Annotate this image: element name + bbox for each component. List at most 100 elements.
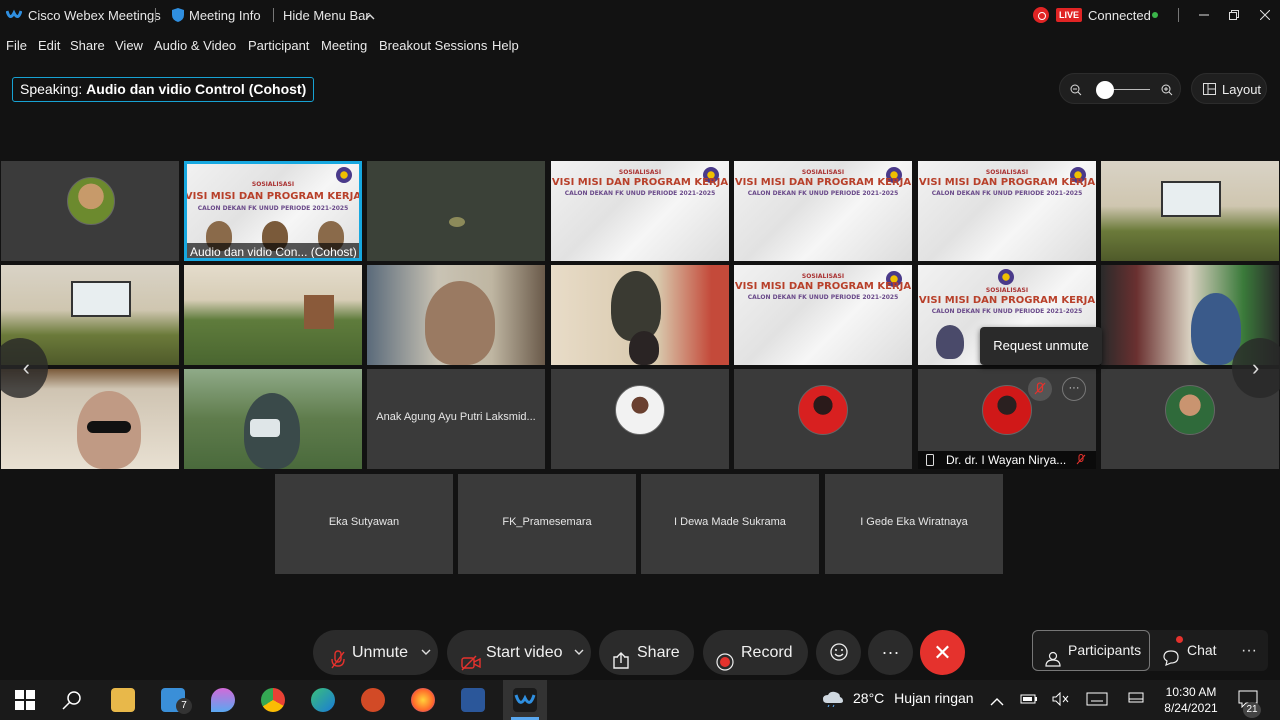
video-tile[interactable] <box>367 265 545 365</box>
zoom-out-icon[interactable] <box>1070 83 1082 101</box>
share-button[interactable]: Share <box>599 630 694 675</box>
video-tile[interactable]: FK_Pramesemara <box>458 474 636 574</box>
system-clock[interactable]: 10:30 AM 8/24/2021 <box>1158 684 1224 716</box>
volume-muted-icon[interactable] <box>1052 691 1070 711</box>
video-tile[interactable]: SOSIALISASI VISI MISI DAN PROGRAM KERJA … <box>918 161 1096 261</box>
slide-text: SOSIALISASI <box>618 169 662 176</box>
video-tile[interactable]: I Dewa Made Sukrama <box>641 474 819 574</box>
participant-name: Anak Agung Ayu Putri Laksmid... <box>376 411 536 423</box>
edge-icon[interactable] <box>311 688 335 712</box>
video-tile[interactable]: Anak Agung Ayu Putri Laksmid... <box>367 369 545 469</box>
video-tile[interactable] <box>367 161 545 261</box>
video-tile[interactable] <box>1101 161 1279 261</box>
connection-dot-icon <box>1152 12 1158 18</box>
video-tile[interactable] <box>734 369 912 469</box>
file-explorer-icon[interactable] <box>111 688 135 712</box>
participant-name: I Gede Eka Wiratnaya <box>860 516 968 528</box>
video-tile[interactable]: SOSIALISASI VISI MISI DAN PROGRAM KERJA … <box>734 161 912 261</box>
more-options-button[interactable]: ··· <box>868 630 913 675</box>
room-screen <box>1161 181 1221 217</box>
restore-icon[interactable] <box>1219 4 1249 26</box>
video-tile[interactable] <box>1 161 179 261</box>
avatar <box>615 385 665 435</box>
video-tile[interactable]: Eka Sutyawan <box>275 474 453 574</box>
word-icon[interactable] <box>461 688 485 712</box>
weather-widget[interactable]: 28°C Hujan ringan <box>822 690 974 706</box>
windows-start-icon[interactable] <box>13 688 37 712</box>
clock-date: 8/24/2021 <box>1164 701 1218 715</box>
next-page-arrow-icon[interactable]: › <box>1232 338 1280 398</box>
chat-label: Chat <box>1187 642 1217 658</box>
video-tile[interactable]: I Gede Eka Wiratnaya <box>825 474 1003 574</box>
video-tile[interactable] <box>551 265 729 365</box>
chrome-icon[interactable] <box>261 688 285 712</box>
zoom-in-icon[interactable] <box>1161 83 1173 101</box>
menu-file[interactable]: File <box>6 38 27 53</box>
layout-button[interactable]: Layout <box>1191 73 1267 104</box>
smiley-icon <box>829 643 848 661</box>
video-tile[interactable] <box>184 265 362 365</box>
reactions-button[interactable] <box>816 630 861 675</box>
slide-subtitle: CALON DEKAN FK UNUD PERIODE 2021-2025 <box>564 190 716 197</box>
muted-mic-icon <box>1076 453 1086 469</box>
video-tile[interactable] <box>551 369 729 469</box>
slide-subtitle: CALON DEKAN FK UNUD PERIODE 2021-2025 <box>931 190 1083 197</box>
video-tile[interactable]: SOSIALISASI VISI MISI DAN PROGRAM KERJA … <box>551 161 729 261</box>
menu-view[interactable]: View <box>115 38 143 53</box>
start-video-button[interactable]: Start video <box>447 630 591 675</box>
video-tile-cohost[interactable]: SOSIALISASI VISI MISI DAN PROGRAM KERJA … <box>184 161 362 261</box>
video-tile[interactable]: SOSIALISASI VISI MISI DAN PROGRAM KERJA … <box>734 265 912 365</box>
participants-button[interactable]: Participants <box>1032 630 1150 671</box>
slide-title: VISI MISI DAN PROGRAM KERJA <box>734 281 912 292</box>
display-icon[interactable] <box>1128 692 1144 711</box>
firefox-icon[interactable] <box>411 688 435 712</box>
menu-audio-video[interactable]: Audio & Video <box>154 38 236 53</box>
start-video-label: Start video <box>486 644 563 661</box>
chevron-up-icon[interactable] <box>990 694 1004 712</box>
webex-taskbar-button[interactable] <box>503 680 547 720</box>
menu-edit[interactable]: Edit <box>38 38 60 53</box>
more-options-icon[interactable]: ··· <box>1062 377 1086 401</box>
slide-title: VISI MISI DAN PROGRAM KERJA <box>918 295 1096 306</box>
video-tile[interactable] <box>184 369 362 469</box>
powerpoint-icon[interactable] <box>361 688 385 712</box>
menu-help[interactable]: Help <box>492 38 519 53</box>
battery-icon[interactable] <box>1020 692 1038 711</box>
slide-text: SOSIALISASI <box>985 169 1029 176</box>
search-icon[interactable] <box>60 688 84 712</box>
zoom-control <box>1059 73 1181 104</box>
menu-participant[interactable]: Participant <box>248 38 309 53</box>
chat-button[interactable]: Chat <box>1154 630 1228 671</box>
unmute-button[interactable]: Unmute <box>313 630 438 675</box>
participant-name: FK_Pramesemara <box>502 516 592 528</box>
record-button[interactable]: Record <box>703 630 808 675</box>
speaking-prefix: Speaking: <box>20 81 83 97</box>
slide-title: VISI MISI DAN PROGRAM KERJA <box>918 177 1096 188</box>
muted-mic-button[interactable] <box>1028 377 1052 401</box>
slide-subtitle: CALON DEKAN FK UNUD PERIODE 2021-2025 <box>747 294 899 301</box>
zoom-slider-handle[interactable] <box>1096 81 1114 99</box>
slide-text: SOSIALISASI <box>801 273 845 280</box>
more-panels-icon[interactable]: ··· <box>1230 630 1268 671</box>
avatar <box>1165 385 1215 435</box>
hide-menu-bar-button[interactable]: Hide Menu Bar <box>283 8 370 23</box>
menu-meeting[interactable]: Meeting <box>321 38 367 53</box>
title-bar: Cisco Webex Meetings Meeting Info Hide M… <box>0 0 1280 30</box>
meeting-info-button[interactable]: Meeting Info <box>189 8 261 23</box>
webex-icon <box>513 688 537 712</box>
menu-breakout-sessions[interactable]: Breakout Sessions <box>379 38 487 53</box>
close-icon[interactable] <box>1250 4 1280 26</box>
notification-count: 21 <box>1243 702 1261 718</box>
chevron-up-icon[interactable] <box>365 9 375 24</box>
minimize-icon[interactable] <box>1189 4 1219 26</box>
end-meeting-button[interactable]: ✕ <box>920 630 965 675</box>
unmute-label: Unmute <box>352 644 409 661</box>
sunglasses <box>87 421 131 433</box>
keyboard-icon[interactable] <box>1086 692 1108 711</box>
participant-video <box>629 331 659 365</box>
menu-share[interactable]: Share <box>70 38 105 53</box>
video-tile[interactable]: ··· Dr. dr. I Wayan Nirya... <box>918 369 1096 469</box>
paint-icon[interactable] <box>211 688 235 712</box>
participant-video <box>1191 293 1241 365</box>
app-title: Cisco Webex Meetings <box>28 8 161 23</box>
